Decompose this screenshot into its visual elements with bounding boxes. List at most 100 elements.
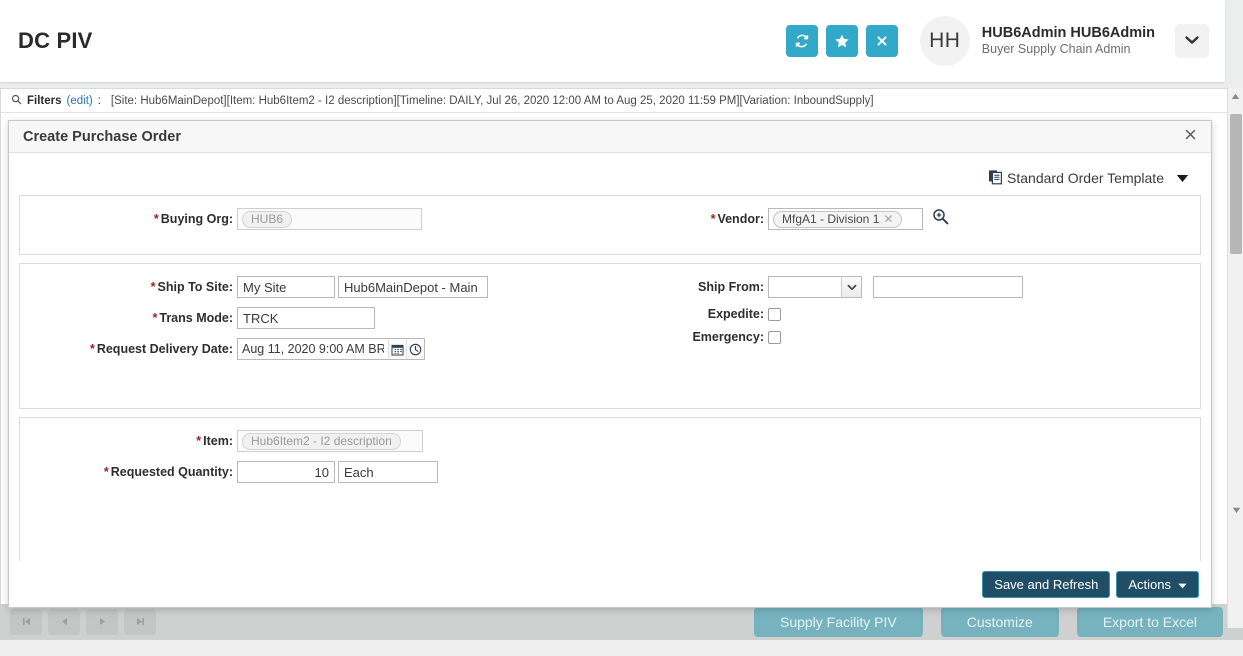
trans-mode-row: * Trans Mode: bbox=[20, 307, 610, 329]
item-chip: Hub6Item2 - I2 description bbox=[242, 432, 401, 450]
required-marker: * bbox=[89, 342, 95, 356]
user-role: Buyer Supply Chain Admin bbox=[981, 42, 1131, 57]
app-header: DC PIV HH HUB6Admin HUB6Admin Buyer Supp… bbox=[0, 0, 1225, 82]
refresh-icon-button[interactable] bbox=[785, 25, 818, 57]
requested-quantity-row: * Requested Quantity: bbox=[20, 461, 610, 483]
document-copy-icon bbox=[988, 169, 1003, 188]
order-template-selector[interactable]: Standard Order Template bbox=[988, 169, 1189, 188]
modal-title: Create Purchase Order bbox=[23, 128, 181, 145]
request-delivery-date-field[interactable] bbox=[237, 338, 425, 360]
close-x-icon[interactable]: ✕ bbox=[883, 213, 893, 225]
org-vendor-panel: * Buying Org: HUB6 * Vendor: MfgA1 - Div… bbox=[19, 195, 1201, 255]
scrollbar-thumb[interactable] bbox=[1230, 114, 1242, 254]
emergency-row: Emergency: bbox=[610, 330, 1200, 344]
trans-mode-input[interactable] bbox=[237, 307, 375, 329]
refresh-icon bbox=[794, 33, 810, 49]
buying-org-row: * Buying Org: HUB6 bbox=[20, 208, 610, 230]
requested-quantity-input[interactable] bbox=[237, 461, 335, 483]
modal-footer: Save and Refresh Actions bbox=[9, 561, 1211, 607]
first-page-icon bbox=[21, 613, 32, 631]
magnifier-plus-icon[interactable] bbox=[932, 208, 949, 230]
item-field[interactable]: Hub6Item2 - I2 description bbox=[237, 430, 423, 452]
chevron-down-icon bbox=[841, 277, 861, 297]
ship-from-row: Ship From: bbox=[610, 276, 1200, 298]
request-delivery-date-input[interactable] bbox=[238, 339, 388, 359]
trans-mode-label: * Trans Mode: bbox=[152, 311, 234, 325]
clock-icon[interactable] bbox=[406, 339, 424, 359]
vendor-row: * Vendor: MfgA1 - Division 1 ✕ bbox=[610, 208, 1200, 230]
favorite-star-button[interactable] bbox=[825, 25, 858, 57]
requested-quantity-uom-input[interactable] bbox=[338, 461, 438, 483]
buying-org-label: * Buying Org: bbox=[153, 212, 233, 226]
scroll-up-icon bbox=[1231, 87, 1240, 105]
ship-from-select[interactable] bbox=[768, 276, 862, 298]
header-actions: HH HUB6Admin HUB6Admin Buyer Supply Chai… bbox=[778, 16, 1225, 66]
search-icon bbox=[11, 94, 22, 108]
requested-quantity-label: * Requested Quantity: bbox=[103, 465, 233, 479]
ship-from-text-input[interactable] bbox=[873, 276, 1023, 298]
caret-down-icon bbox=[1176, 170, 1189, 186]
filters-label: Filters bbox=[27, 94, 62, 107]
item-label: * Item: bbox=[196, 434, 233, 448]
close-icon bbox=[1184, 128, 1197, 146]
pager-next-button[interactable] bbox=[86, 609, 118, 635]
modal-close-button[interactable] bbox=[1179, 126, 1201, 148]
save-and-refresh-button[interactable]: Save and Refresh bbox=[982, 570, 1111, 598]
scroll-down-button[interactable] bbox=[1228, 502, 1243, 518]
save-and-refresh-label: Save and Refresh bbox=[994, 576, 1099, 592]
user-info: HUB6Admin HUB6Admin Buyer Supply Chain A… bbox=[982, 24, 1155, 58]
ship-to-site-location-input[interactable] bbox=[338, 276, 488, 298]
bottom-strip bbox=[0, 640, 1243, 656]
filters-summary-text: [Site: Hub6MainDepot][Item: Hub6Item2 - … bbox=[110, 94, 874, 107]
calendar-icon[interactable] bbox=[388, 339, 406, 359]
filters-bar: Filters (edit) : [Site: Hub6MainDepot][I… bbox=[1, 89, 1234, 113]
required-marker: * bbox=[152, 311, 158, 325]
modal-body: Standard Order Template * Buying Org: HU… bbox=[9, 153, 1211, 561]
request-delivery-date-label: * Request Delivery Date: bbox=[89, 342, 233, 356]
buying-org-field[interactable]: HUB6 bbox=[237, 208, 422, 230]
actions-button[interactable]: Actions bbox=[1116, 570, 1199, 598]
next-page-icon bbox=[97, 613, 108, 631]
last-page-icon bbox=[135, 613, 146, 631]
request-delivery-date-row: * Request Delivery Date: bbox=[20, 338, 610, 360]
page-title: DC PIV bbox=[18, 28, 93, 53]
pager-last-button[interactable] bbox=[124, 609, 156, 635]
ship-to-site-row: * Ship To Site: bbox=[20, 276, 610, 298]
close-icon bbox=[875, 34, 889, 48]
pager-first-button[interactable] bbox=[10, 609, 42, 635]
shipping-details-panel: *Ship To Site: *Trans Mode: bbox=[19, 263, 1201, 409]
user-menu-button[interactable] bbox=[1175, 24, 1209, 58]
pager-prev-button[interactable] bbox=[48, 609, 80, 635]
buying-org-chip: HUB6 bbox=[242, 210, 293, 228]
chevron-down-icon bbox=[1184, 32, 1200, 50]
scroll-down-icon bbox=[1232, 501, 1241, 519]
required-marker: * bbox=[196, 434, 202, 448]
required-marker: * bbox=[103, 465, 109, 479]
emergency-label: Emergency: bbox=[692, 330, 764, 344]
ship-from-label: Ship From: bbox=[698, 280, 764, 294]
bottom-toolbar-actions: Supply Facility PIV Customize Export to … bbox=[753, 607, 1243, 637]
customize-button[interactable]: Customize bbox=[940, 607, 1059, 637]
prev-page-icon bbox=[59, 613, 70, 631]
filters-colon: : bbox=[97, 94, 101, 107]
supply-facility-piv-button[interactable]: Supply Facility PIV bbox=[753, 607, 923, 637]
vertical-scrollbar[interactable] bbox=[1227, 88, 1243, 628]
filters-edit-link[interactable]: (edit) bbox=[67, 95, 93, 107]
vendor-chip: MfgA1 - Division 1 ✕ bbox=[773, 210, 903, 228]
user-name: HUB6Admin HUB6Admin bbox=[981, 25, 1155, 42]
required-marker: * bbox=[150, 280, 156, 294]
export-to-excel-button[interactable]: Export to Excel bbox=[1076, 607, 1223, 637]
template-row: Standard Order Template bbox=[19, 161, 1201, 195]
item-panel: * Item: Hub6Item2 - I2 description * Req… bbox=[19, 417, 1201, 561]
actions-label: Actions bbox=[1128, 576, 1171, 592]
item-row: * Item: Hub6Item2 - I2 description bbox=[20, 430, 610, 452]
vendor-label: * Vendor: bbox=[710, 212, 764, 226]
close-window-button[interactable] bbox=[865, 25, 898, 57]
scroll-up-button[interactable] bbox=[1228, 88, 1243, 104]
ship-to-site-label: * Ship To Site: bbox=[150, 280, 233, 294]
ship-to-site-input[interactable] bbox=[237, 276, 335, 298]
emergency-checkbox[interactable] bbox=[768, 330, 781, 344]
expedite-label: Expedite: bbox=[707, 307, 764, 321]
expedite-checkbox[interactable] bbox=[768, 307, 781, 321]
vendor-field[interactable]: MfgA1 - Division 1 ✕ bbox=[768, 208, 923, 230]
